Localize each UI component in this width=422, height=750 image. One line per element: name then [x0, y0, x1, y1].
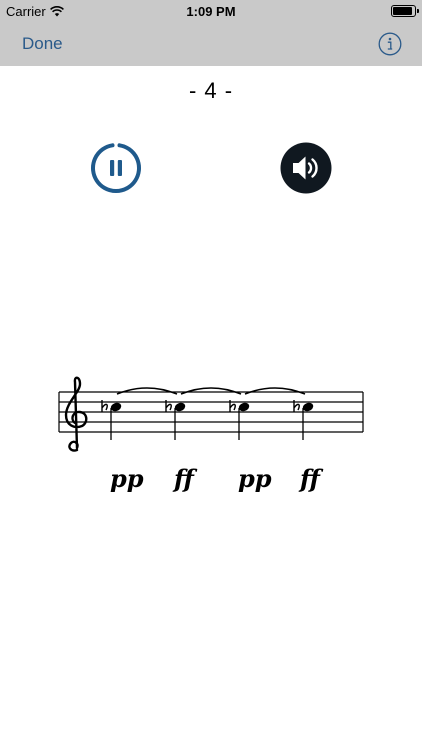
- dynamic-marking: pp: [238, 464, 272, 493]
- status-time: 1:09 PM: [186, 4, 236, 19]
- done-button[interactable]: Done: [22, 34, 63, 54]
- dynamic-marking: ff: [174, 464, 194, 493]
- status-bar: Carrier 1:09 PM: [0, 0, 422, 22]
- exercise-number: - 4 -: [188, 78, 234, 103]
- battery-fill: [393, 7, 412, 15]
- note-db5: [101, 400, 122, 440]
- sound-button[interactable]: [280, 142, 332, 194]
- note-db5: [293, 400, 314, 440]
- dynamic-marking: ff: [300, 464, 320, 493]
- battery-icon: [391, 5, 419, 17]
- dynamic-marking: pp: [110, 464, 144, 493]
- note-db5: [165, 400, 186, 440]
- ties: [116, 387, 306, 395]
- pause-circle-icon: [91, 143, 141, 193]
- music-staff: [58, 376, 364, 452]
- note-db5: [229, 400, 250, 440]
- nav-bar: Done: [0, 22, 422, 66]
- staff-lines: [58, 391, 364, 433]
- info-icon[interactable]: [378, 32, 402, 56]
- treble-clef-icon: [64, 376, 88, 452]
- pause-button[interactable]: [90, 142, 142, 194]
